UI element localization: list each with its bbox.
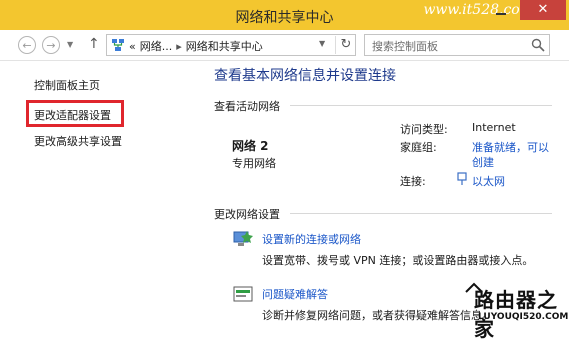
title-bar: 网络和共享中心 www.it528.com ✕ [0,0,569,30]
site-logo: 路由器之家 LUYOUQI520.COM [464,282,569,341]
divider [290,213,552,214]
sidebar-item-control-panel-home[interactable]: 控制面板主页 [34,77,100,93]
address-bar[interactable]: « 网络... ▸ 网络和共享中心 ▼ ↻ [106,34,356,56]
search-input[interactable]: 搜索控制面板 [372,38,438,54]
ethernet-link[interactable]: 以太网 [472,173,505,189]
breadcrumb-separator-icon: ▸ [176,40,182,53]
search-box[interactable]: 搜索控制面板 [364,34,550,56]
new-connection-icon [233,231,253,246]
setup-new-connection-link[interactable]: 设置新的连接或网络 [262,231,361,247]
active-networks-heading: 查看活动网络 [214,100,280,113]
address-dropdown[interactable]: ▼ [319,39,325,48]
breadcrumb: « 网络... ▸ 网络和共享中心 [129,38,267,54]
highlight-box [26,100,124,127]
chevron-down-icon: ▼ [67,40,74,49]
chevron-down-icon: ▼ [319,39,326,48]
homegroup-link-continued[interactable]: 创建 [472,154,494,170]
network-name: 网络 2 [232,139,269,153]
homegroup-label: 家庭组: [400,141,437,154]
forward-arrow-icon: → [46,39,56,52]
change-settings-heading: 更改网络设置 [214,208,280,221]
troubleshoot-link[interactable]: 问题疑难解答 [262,286,328,302]
sidebar-item-advanced-sharing-settings[interactable]: 更改高级共享设置 [34,133,122,149]
logo-url: LUYOUQI520.COM [478,312,569,322]
network-control-panel-icon [112,39,124,51]
navigation-bar: ← → ▼ ↑ « 网络... ▸ 网络和共享中心 ▼ ↻ 搜索控制面板 [0,30,569,61]
back-arrow-icon: ← [22,39,32,52]
recent-pages-dropdown[interactable]: ▼ [67,40,73,49]
troubleshoot-icon [233,286,253,302]
homegroup-link[interactable]: 准备就绪，可以 [472,139,549,155]
minimize-icon [496,13,506,15]
breadcrumb-overflow[interactable]: « [129,40,136,53]
ethernet-icon [457,172,467,185]
access-type-value: Internet [472,121,516,134]
refresh-button[interactable]: ↻ [335,36,356,54]
breadcrumb-network-sharing-center[interactable]: 网络和共享中心 [186,40,263,53]
page-title: 查看基本网络信息并设置连接 [214,68,396,84]
breadcrumb-network[interactable]: 网络... [140,40,173,53]
close-button[interactable]: ✕ [520,0,566,20]
up-button[interactable]: ↑ [88,36,100,52]
search-icon [531,38,545,52]
setup-new-connection-description: 设置宽带、拨号或 VPN 连接；或设置路由器或接入点。 [262,254,534,267]
up-arrow-icon: ↑ [88,36,100,52]
minimize-button[interactable] [488,2,514,20]
refresh-icon: ↻ [340,37,352,52]
back-button[interactable]: ← [18,36,36,54]
access-type-label: 访问类型: [400,123,448,136]
network-type[interactable]: 专用网络 [232,155,276,171]
forward-button[interactable]: → [42,36,60,54]
divider [290,105,552,106]
watermark: www.it528.com [423,2,533,18]
troubleshoot-description: 诊断并修复网络问题，或者获得疑难解答信息。 [262,309,493,322]
connection-label: 连接: [400,175,426,188]
